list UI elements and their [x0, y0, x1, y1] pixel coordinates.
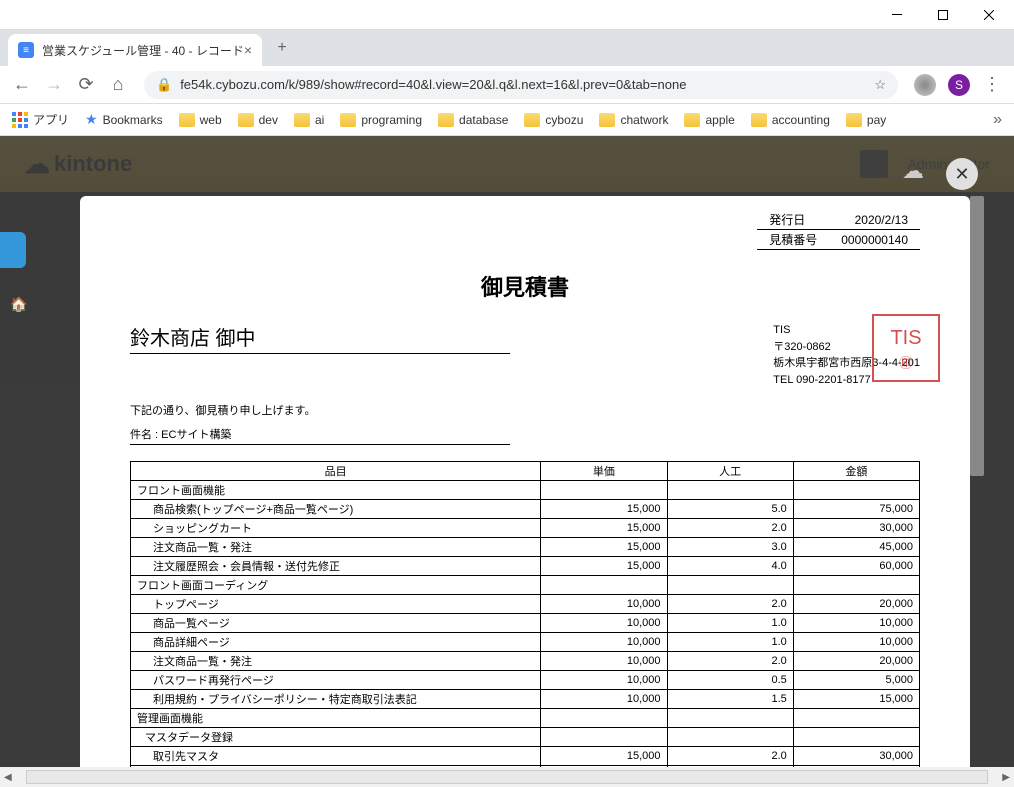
folder-icon — [524, 113, 540, 127]
folder-icon — [684, 113, 700, 127]
pdf-page: 発行日2020/2/13 見積番号0000000140 御見積書 鈴木商店 御中… — [80, 196, 970, 767]
folder-icon — [238, 113, 254, 127]
reload-button[interactable]: ⟳ — [72, 71, 100, 99]
folder-icon — [751, 113, 767, 127]
apps-icon — [12, 112, 28, 128]
back-button[interactable]: ← — [8, 71, 36, 99]
page-content: ☁kintone Administrator 🏠 ☁ ✕ 発行日2020/2/1… — [0, 136, 1014, 767]
bookmark-ai[interactable]: ai — [294, 113, 324, 127]
tab-close-icon[interactable]: × — [244, 42, 252, 58]
pdf-header-meta: 発行日2020/2/13 見積番号0000000140 — [130, 210, 920, 250]
lock-icon: 🔒 — [156, 77, 172, 93]
company-info: TIS㊞ TIS 〒320-0862 栃木県宇都宮市西原3-4-4-201 TE… — [773, 322, 920, 388]
table-row: フロント画面コーディング — [131, 576, 920, 595]
tab-favicon: ≡ — [18, 42, 34, 58]
bookmark-programing[interactable]: programing — [340, 113, 422, 127]
address-bar: ← → ⟳ ⌂ 🔒 fe54k.cybozu.com/k/989/show#re… — [0, 66, 1014, 104]
close-modal-button[interactable]: ✕ — [946, 158, 978, 190]
table-row: 注文履歴照会・会員情報・送付先修正15,0004.060,000 — [131, 557, 920, 576]
window-close[interactable] — [966, 1, 1012, 29]
folder-icon — [294, 113, 310, 127]
table-row: 商品検索(トップページ+商品一覧ページ)15,0005.075,000 — [131, 500, 920, 519]
menu-button[interactable]: ⋮ — [978, 71, 1006, 99]
extension-icon[interactable] — [914, 74, 936, 96]
browser-tab[interactable]: ≡ 営業スケジュール管理 - 40 - レコード × — [8, 34, 262, 66]
browser-tabbar: ≡ 営業スケジュール管理 - 40 - レコード × + — [0, 30, 1014, 66]
pdf-title: 御見積書 — [130, 270, 920, 302]
tab-title: 営業スケジュール管理 - 40 - レコード — [42, 42, 244, 59]
scroll-left-icon[interactable]: ◀ — [4, 772, 12, 783]
window-statusbar: ◀ ▶ — [0, 767, 1014, 787]
table-row: フロント画面機能 — [131, 481, 920, 500]
bookmarks-overflow[interactable]: » — [993, 111, 1002, 129]
bookmark-dev[interactable]: dev — [238, 113, 278, 127]
bookmark-pay[interactable]: pay — [846, 113, 886, 127]
horizontal-scrollbar[interactable] — [26, 770, 989, 784]
table-row: 商品一覧ページ10,0001.010,000 — [131, 614, 920, 633]
bookmark-cybozu[interactable]: cybozu — [524, 113, 583, 127]
bookmark-chatwork[interactable]: chatwork — [599, 113, 668, 127]
folder-icon — [599, 113, 615, 127]
table-row: トップページ10,0002.020,000 — [131, 595, 920, 614]
bookmark-bookmarks[interactable]: ★Bookmarks — [85, 111, 163, 128]
bookmark-accounting[interactable]: accounting — [751, 113, 830, 127]
apps-shortcut[interactable]: アプリ — [12, 111, 69, 128]
url-input[interactable]: 🔒 fe54k.cybozu.com/k/989/show#record=40&… — [144, 71, 898, 99]
customer-name: 鈴木商店 御中 — [130, 322, 510, 354]
quote-table: 品目 単価 人工 金額 フロント画面機能商品検索(トップページ+商品一覧ページ)… — [130, 461, 920, 767]
folder-icon — [846, 113, 862, 127]
quote-note: 下記の通り、御見積り申し上げます。 — [130, 402, 920, 418]
window-maximize[interactable] — [920, 1, 966, 29]
bookmark-web[interactable]: web — [179, 113, 222, 127]
bookmark-apple[interactable]: apple — [684, 113, 734, 127]
scroll-right-icon[interactable]: ▶ — [1002, 772, 1010, 783]
side-tab[interactable] — [0, 232, 26, 268]
table-row: マスタデータ登録 — [131, 728, 920, 747]
home-icon[interactable]: 🏠 — [10, 296, 27, 313]
bookmarks-bar: アプリ ★Bookmarks web dev ai programing dat… — [0, 104, 1014, 136]
forward-button: → — [40, 71, 68, 99]
table-row: 注文商品一覧・発注10,0002.020,000 — [131, 652, 920, 671]
star-icon: ★ — [85, 111, 98, 128]
table-row: 注文商品一覧・発注15,0003.045,000 — [131, 538, 920, 557]
bookmark-star-icon[interactable]: ☆ — [874, 77, 886, 93]
window-titlebar — [0, 0, 1014, 30]
download-icon[interactable]: ☁ — [902, 158, 924, 184]
pdf-scrollbar[interactable] — [970, 196, 984, 767]
company-stamp: TIS㊞ — [872, 314, 940, 382]
home-button[interactable]: ⌂ — [104, 71, 132, 99]
window-minimize[interactable] — [874, 1, 920, 29]
quote-subject: 件名 : ECサイト構築 — [130, 426, 510, 445]
table-row: 管理画面機能 — [131, 709, 920, 728]
table-row: 商品詳細ページ10,0001.010,000 — [131, 633, 920, 652]
new-tab-button[interactable]: + — [270, 36, 294, 60]
folder-icon — [179, 113, 195, 127]
table-row: パスワード再発行ページ10,0000.55,000 — [131, 671, 920, 690]
table-row: 取引先マスタ15,0002.030,000 — [131, 747, 920, 766]
pdf-viewer[interactable]: 発行日2020/2/13 見積番号0000000140 御見積書 鈴木商店 御中… — [80, 196, 970, 767]
url-text: fe54k.cybozu.com/k/989/show#record=40&l.… — [180, 77, 686, 92]
table-row: 利用規約・プライバシーポリシー・特定商取引法表記10,0001.515,000 — [131, 690, 920, 709]
folder-icon — [340, 113, 356, 127]
table-row: ショッピングカート15,0002.030,000 — [131, 519, 920, 538]
profile-avatar[interactable]: S — [948, 74, 970, 96]
bookmark-database[interactable]: database — [438, 113, 508, 127]
scrollbar-thumb[interactable] — [970, 196, 984, 476]
folder-icon — [438, 113, 454, 127]
